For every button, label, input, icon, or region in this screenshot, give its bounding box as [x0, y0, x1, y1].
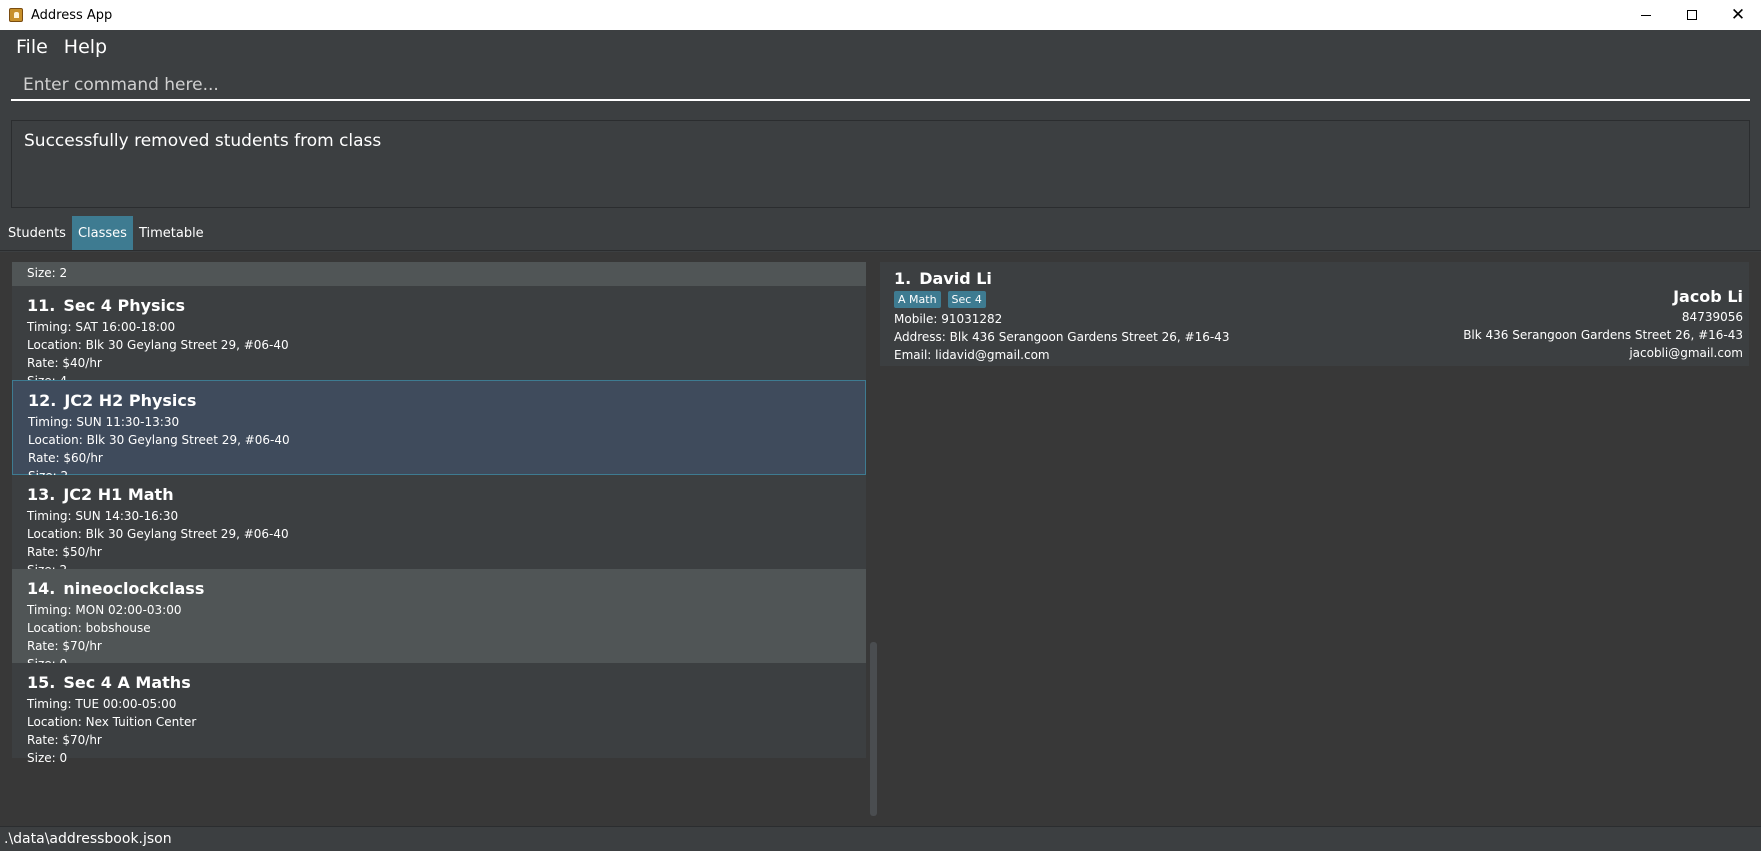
window-title-bar: Address App ✕	[0, 0, 1761, 30]
class-index: 12.	[28, 391, 57, 410]
close-button[interactable]: ✕	[1715, 0, 1761, 30]
class-name: JC2 H1 Math	[63, 485, 174, 504]
main-content: Size: 2 11. Sec 4 Physics Timing: SAT 16:…	[0, 252, 1761, 826]
class-card[interactable]: 13. JC2 H1 Math Timing: SUN 14:30-16:30 L…	[12, 475, 866, 580]
close-icon: ✕	[1730, 5, 1746, 24]
parent-address: Blk 436 Serangoon Gardens Street 26, #16…	[1463, 328, 1743, 342]
class-title: 13. JC2 H1 Math	[27, 485, 851, 504]
scrollbar-thumb[interactable]	[870, 642, 877, 816]
parent-email: jacobli@gmail.com	[1629, 346, 1743, 360]
class-location: Location: Nex Tuition Center	[27, 715, 197, 729]
parent-phone: 84739056	[1681, 310, 1743, 324]
parent-info: Jacob Li 84739056 Blk 436 Serangoon Gard…	[1463, 286, 1743, 362]
maximize-button[interactable]	[1669, 0, 1715, 30]
class-list[interactable]: Size: 2 11. Sec 4 Physics Timing: SAT 16:…	[12, 262, 866, 816]
class-index: 15.	[27, 673, 56, 692]
result-message: Successfully removed students from class	[24, 131, 382, 151]
class-card[interactable]: 11. Sec 4 Physics Timing: SAT 16:00-18:00…	[12, 286, 866, 391]
command-input[interactable]	[11, 71, 1750, 101]
maximize-icon	[1687, 10, 1697, 20]
class-size: Size: 0	[27, 751, 68, 765]
class-rate: Rate: $50/hr	[27, 545, 102, 559]
class-timing: Timing: SUN 11:30-13:30	[28, 415, 180, 429]
class-location: Location: Blk 30 Geylang Street 29, #06-…	[27, 338, 289, 352]
class-title: 12. JC2 H2 Physics	[28, 391, 850, 410]
student-card[interactable]: 1. David Li A Math Sec 4 Mobile: 91031282…	[880, 262, 1749, 366]
class-timing: Timing: SUN 14:30-16:30	[27, 509, 179, 523]
class-size: Size: 2	[27, 266, 68, 280]
menu-bar: File Help	[0, 30, 1761, 63]
result-display: Successfully removed students from class	[11, 120, 1750, 208]
tab-students[interactable]: Students	[2, 216, 72, 250]
class-card-selected[interactable]: 12. JC2 H2 Physics Timing: SUN 11:30-13:3…	[12, 380, 866, 483]
class-title: 11. Sec 4 Physics	[27, 296, 851, 315]
class-rate: Rate: $40/hr	[27, 356, 102, 370]
window-controls: ✕	[1623, 0, 1761, 30]
app-icon	[9, 8, 23, 22]
menu-file[interactable]: File	[8, 36, 56, 58]
minimize-icon	[1641, 14, 1651, 16]
class-card[interactable]: 15. Sec 4 A Maths Timing: TUE 00:00-05:00…	[12, 663, 866, 765]
class-location: Location: bobshouse	[27, 621, 151, 635]
class-name: nineoclockclass	[63, 579, 205, 598]
class-timing: Timing: MON 02:00-03:00	[27, 603, 182, 617]
parent-name: Jacob Li	[1673, 287, 1743, 306]
minimize-button[interactable]	[1623, 0, 1669, 30]
class-location: Location: Blk 30 Geylang Street 29, #06-…	[28, 433, 290, 447]
status-bar: .\data\addressbook.json	[0, 826, 1761, 851]
class-rate: Rate: $70/hr	[27, 733, 102, 747]
class-index: 13.	[27, 485, 56, 504]
student-index: 1.	[894, 269, 912, 288]
class-name: Sec 4 Physics	[63, 296, 186, 315]
class-card[interactable]: 14. nineoclockclass Timing: MON 02:00-03:…	[12, 569, 866, 674]
student-name: David Li	[919, 269, 992, 288]
class-location: Location: Blk 30 Geylang Street 29, #06-…	[27, 527, 289, 541]
class-name: JC2 H2 Physics	[64, 391, 197, 410]
save-location: .\data\addressbook.json	[4, 831, 172, 847]
class-timing: Timing: SAT 16:00-18:00	[27, 320, 176, 334]
class-name: Sec 4 A Maths	[63, 673, 191, 692]
class-card-partial[interactable]: Size: 2	[12, 262, 866, 286]
class-rate: Rate: $70/hr	[27, 639, 102, 653]
class-timing: Timing: TUE 00:00-05:00	[27, 697, 177, 711]
class-title: 14. nineoclockclass	[27, 579, 851, 598]
tab-bar: Students Classes Timetable	[0, 215, 1761, 251]
tab-classes[interactable]: Classes	[71, 216, 133, 250]
window-title: Address App	[31, 7, 113, 23]
class-index: 14.	[27, 579, 56, 598]
tag-badge: Sec 4	[947, 291, 986, 308]
class-rate: Rate: $60/hr	[28, 451, 103, 465]
tab-timetable[interactable]: Timetable	[133, 216, 210, 250]
tag-badge: A Math	[894, 291, 941, 308]
menu-help[interactable]: Help	[56, 36, 115, 58]
class-list-scrollbar[interactable]	[868, 262, 878, 816]
class-index: 11.	[27, 296, 56, 315]
command-box	[0, 63, 1761, 114]
class-title: 15. Sec 4 A Maths	[27, 673, 851, 692]
